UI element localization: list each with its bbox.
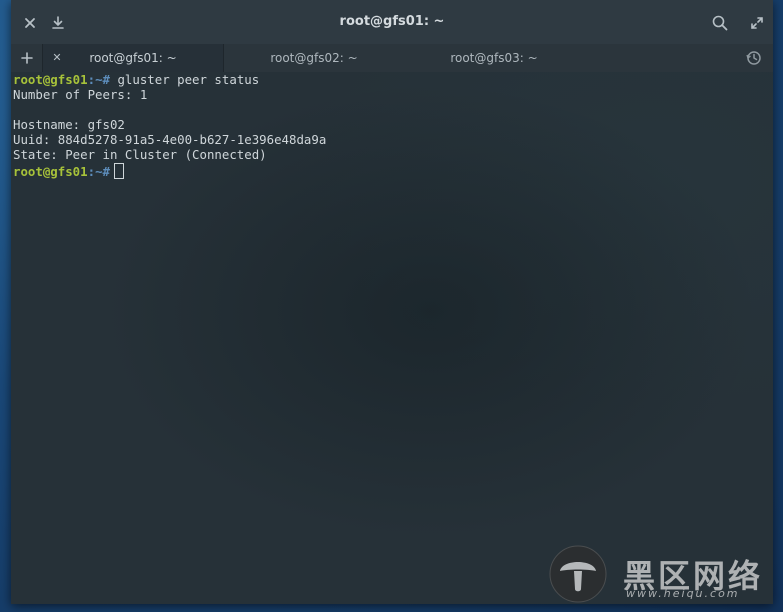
mushroom-logo-icon: [549, 545, 607, 603]
tab-gfs01[interactable]: ✕ root@gfs01: ~: [43, 44, 223, 72]
prompt-path: :~#: [87, 163, 110, 179]
titlebar: root@gfs01: ~: [11, 0, 773, 44]
search-icon[interactable]: [707, 10, 733, 36]
tab-gfs03[interactable]: root@gfs03: ~: [404, 44, 584, 72]
terminal-output-line: Hostname: gfs02: [13, 117, 125, 133]
watermark: 黑区网络 www.heiqu.com: [548, 545, 778, 605]
tab-label: root@gfs01: ~: [89, 51, 177, 65]
tab-close-icon[interactable]: ✕: [49, 44, 65, 72]
tab-gfs02[interactable]: root@gfs02: ~: [224, 44, 404, 72]
fullscreen-icon[interactable]: [744, 10, 770, 36]
tab-label: root@gfs02: ~: [270, 51, 358, 65]
terminal-line-prompt: root@gfs01:~#: [11, 162, 773, 179]
window-title: root@gfs01: ~: [339, 14, 445, 29]
terminal-output-line: Uuid: 884d5278-91a5-4e00-b627-1e396e48da…: [13, 132, 327, 148]
command-text: gluster peer status: [110, 72, 260, 87]
watermark-url: www.heiqu.com: [626, 587, 740, 600]
prompt-path: :~#: [87, 72, 110, 87]
terminal-output-line: State: Peer in Cluster (Connected): [13, 147, 267, 163]
prompt-user: root@gfs01: [13, 72, 88, 87]
prompt-user: root@gfs01: [13, 163, 88, 179]
terminal-area[interactable]: root@gfs01:~# gluster peer status Number…: [11, 72, 773, 604]
terminal-window: root@gfs01: ~ ✕ root@gfs01: ~ root@gfs02…: [11, 0, 773, 604]
terminal-output-line: Number of Peers: 1: [13, 87, 148, 103]
tab-bar: ✕ root@gfs01: ~ root@gfs02: ~ root@gfs03…: [11, 44, 773, 73]
text-cursor: [114, 162, 124, 179]
tab-label: root@gfs03: ~: [450, 51, 538, 65]
new-tab-button[interactable]: [15, 44, 39, 72]
terminal-line-command: root@gfs01:~# gluster peer status: [11, 72, 773, 87]
history-icon[interactable]: [741, 44, 767, 72]
